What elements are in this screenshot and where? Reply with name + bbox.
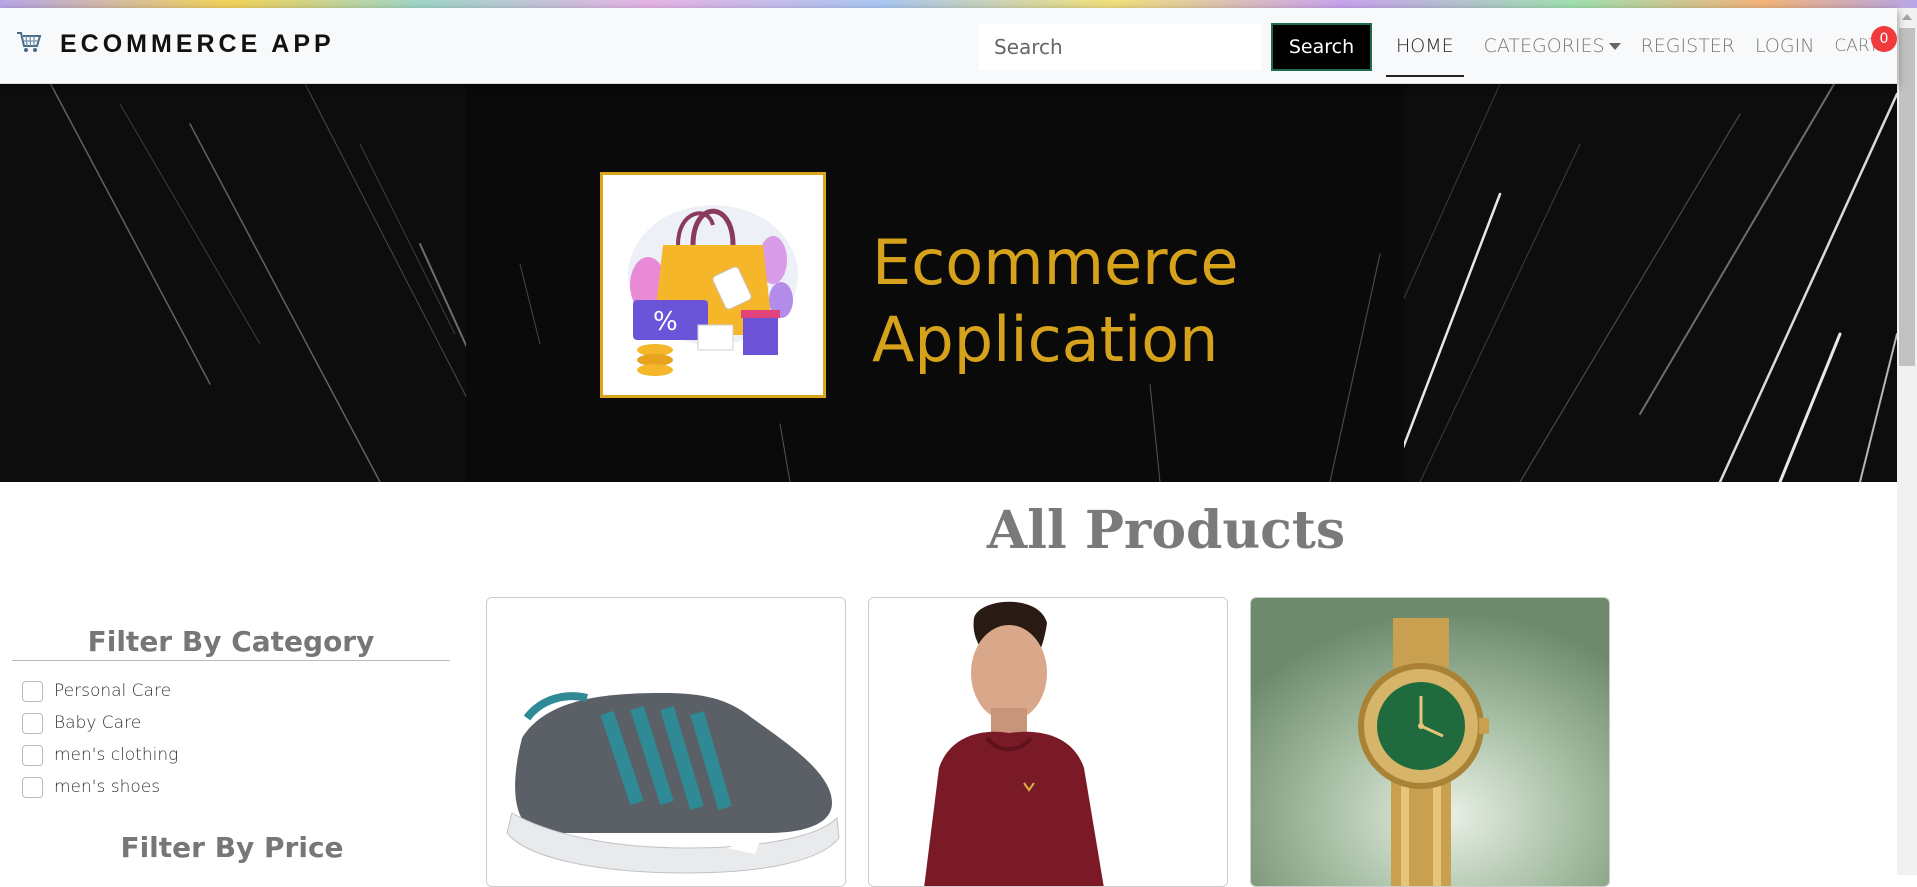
page-scrollbar[interactable]: [1897, 8, 1917, 875]
hero-banner: % Ecommerce Application: [0, 84, 1897, 482]
search-button[interactable]: Search: [1271, 23, 1372, 71]
nav-login[interactable]: LOGIN: [1755, 35, 1814, 57]
category-checkbox[interactable]: [22, 712, 43, 734]
category-item-mens-clothing[interactable]: men's clothing: [12, 739, 452, 771]
brand-name: ECOMMERCE APP: [60, 30, 335, 58]
category-label: Personal Care: [54, 681, 172, 701]
nav-register[interactable]: REGISTER: [1641, 35, 1735, 57]
scroll-up-arrow-icon[interactable]: [1902, 14, 1912, 20]
category-checkbox[interactable]: [22, 680, 43, 702]
product-card[interactable]: [868, 597, 1228, 887]
filter-category-heading: Filter By Category: [12, 625, 450, 661]
nav-home[interactable]: HOME: [1386, 15, 1464, 77]
top-navbar: ECOMMERCE APP Search HOME CATEGORIES REG…: [0, 8, 1897, 84]
product-card[interactable]: [486, 597, 846, 887]
page-title: All Products: [986, 500, 1346, 561]
category-label: men's shoes: [54, 777, 161, 797]
nav-links: HOME CATEGORIES REGISTER LOGIN CART: [1386, 8, 1899, 84]
decorative-top-strip: [0, 0, 1917, 8]
category-label: men's clothing: [54, 745, 179, 765]
gold-watch-image: [1251, 598, 1609, 886]
scroll-thumb[interactable]: [1899, 28, 1915, 366]
filter-sidebar: Filter By Category Personal Care Baby Ca…: [12, 625, 452, 864]
nav-categories-dropdown[interactable]: CATEGORIES: [1484, 35, 1621, 57]
category-item-mens-shoes[interactable]: men's shoes: [12, 771, 452, 803]
banner-title-line1: Ecommerce: [872, 226, 1239, 299]
sneaker-image: [487, 598, 845, 886]
caret-down-icon: [1608, 43, 1621, 50]
category-list: Personal Care Baby Care men's clothing m…: [12, 675, 452, 803]
shopping-bag-logo: %: [600, 172, 826, 398]
search-input[interactable]: [979, 24, 1261, 70]
brand[interactable]: ECOMMERCE APP: [16, 30, 335, 59]
banner-title: Ecommerce Application: [872, 224, 1239, 378]
svg-text:%: %: [653, 307, 678, 337]
category-item-personal-care[interactable]: Personal Care: [12, 675, 452, 707]
shopping-bag-icon: %: [628, 205, 798, 376]
product-card[interactable]: [1250, 597, 1610, 887]
filter-price-heading: Filter By Price: [120, 831, 344, 864]
category-item-baby-care[interactable]: Baby Care: [12, 707, 452, 739]
shopping-cart-icon: [16, 30, 42, 59]
cart-count-badge: 0: [1871, 26, 1897, 52]
maroon-sweater-image: [869, 598, 1227, 886]
category-label: Baby Care: [54, 713, 142, 733]
nav-categories-label: CATEGORIES: [1483, 35, 1605, 57]
category-checkbox[interactable]: [22, 744, 43, 766]
category-checkbox[interactable]: [22, 776, 43, 798]
banner-title-line2: Application: [872, 303, 1219, 376]
